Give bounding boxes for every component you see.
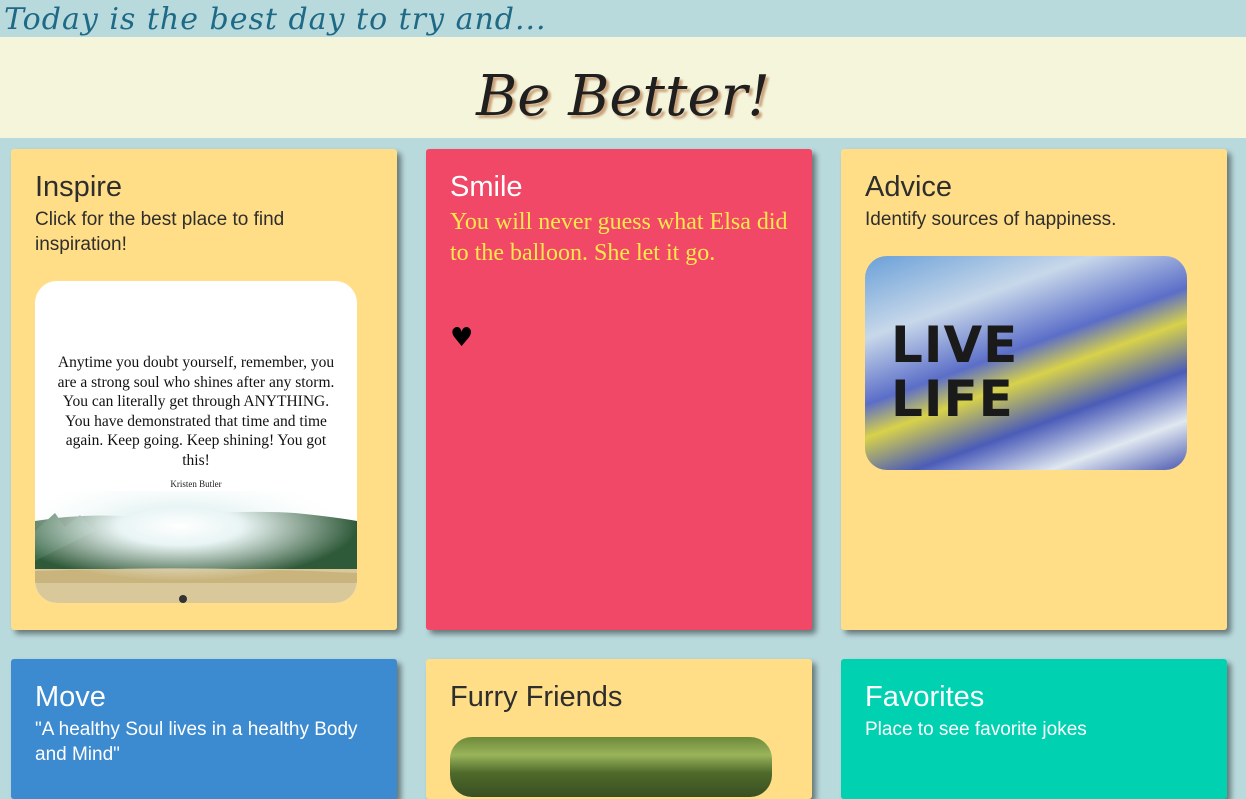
heart-icon[interactable]: ♥	[450, 325, 473, 351]
card-advice-text: Identify sources of happiness.	[865, 209, 1117, 230]
inspire-quote-author: Kristen Butler	[170, 479, 222, 489]
card-furry-friends-title: Furry Friends	[450, 681, 623, 713]
card-advice[interactable]: Advice Identify sources of happiness. LI…	[841, 149, 1227, 630]
inspire-quote-text: Anytime you doubt yourself, remember, yo…	[57, 354, 335, 469]
card-move[interactable]: Move "A healthy Soul lives in a healthy …	[11, 659, 397, 799]
live-life-image-text: LIVE LIFE	[891, 316, 1019, 428]
card-advice-title: Advice	[865, 171, 953, 203]
card-smile-title: Smile	[450, 171, 523, 203]
card-smile[interactable]: Smile You will never guess what Elsa did…	[426, 149, 812, 630]
card-inspire-title: Inspire	[35, 171, 123, 203]
card-inspire-text: Click for the best place to find inspira…	[35, 209, 285, 255]
card-inspire[interactable]: Inspire Click for the best place to find…	[11, 149, 397, 630]
sunrise-landscape-image	[35, 491, 357, 603]
live-life-image[interactable]: LIVE LIFE	[865, 256, 1187, 470]
card-smile-joke: You will never guess what Elsa did to th…	[450, 209, 788, 266]
card-move-text: "A healthy Soul lives in a healthy Body …	[35, 719, 358, 765]
card-move-title: Move	[35, 681, 106, 713]
card-favorites-title: Favorites	[865, 681, 985, 713]
card-favorites[interactable]: Favorites Place to see favorite jokes	[841, 659, 1227, 799]
tagline: Today is the best day to try and...	[4, 2, 547, 37]
furry-friends-image[interactable]	[450, 737, 772, 797]
inspire-quote-image[interactable]: Anytime you doubt yourself, remember, yo…	[35, 281, 357, 603]
page-title: Be Better!	[476, 64, 770, 129]
card-furry-friends[interactable]: Furry Friends	[426, 659, 812, 799]
card-favorites-text: Place to see favorite jokes	[865, 719, 1087, 740]
